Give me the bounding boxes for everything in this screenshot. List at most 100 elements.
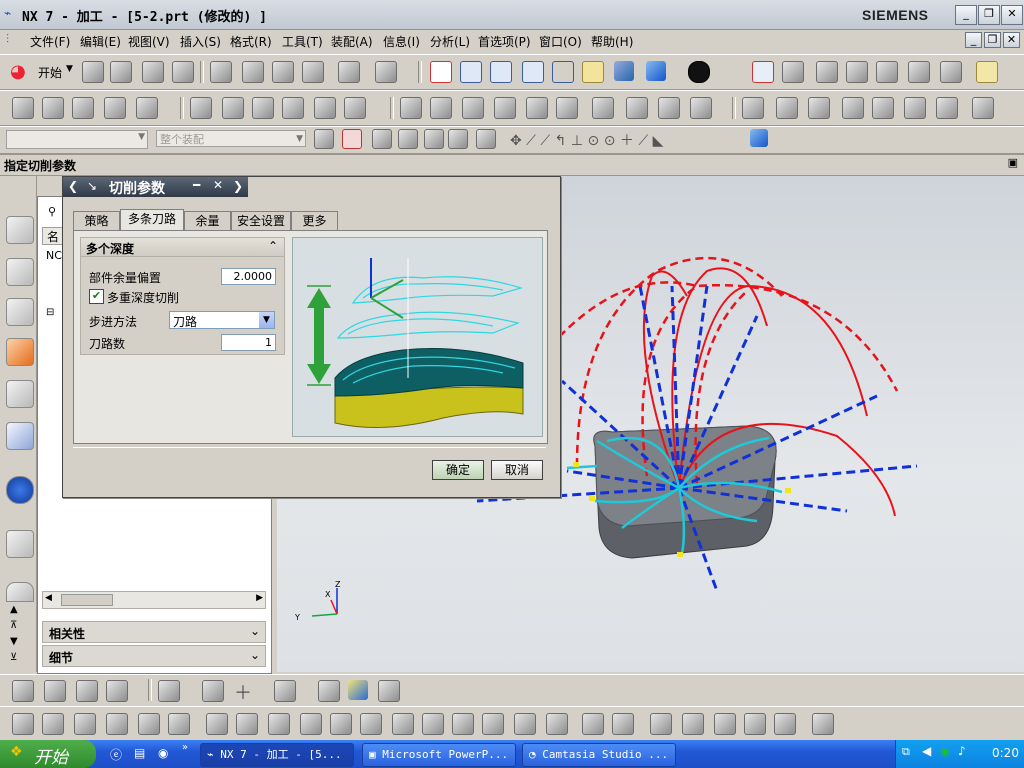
multi-depth-checkbox[interactable]: ✔ <box>89 289 104 304</box>
menu-help[interactable]: 帮助(H) <box>591 33 633 50</box>
history-icon[interactable] <box>6 380 34 408</box>
pan-icon[interactable] <box>582 61 604 83</box>
tool-icon[interactable] <box>42 97 64 119</box>
hole-icon[interactable] <box>74 713 96 735</box>
chain-icon[interactable] <box>714 713 736 735</box>
scope-filter-dropdown[interactable]: 整个装配 ▼ <box>156 130 306 147</box>
part-navigator-icon[interactable] <box>6 298 34 326</box>
rotate-icon[interactable] <box>552 61 574 83</box>
save-icon[interactable] <box>142 61 164 83</box>
undo-icon[interactable] <box>338 61 360 83</box>
tab-multiple-passes[interactable]: 多条刀路 <box>120 209 184 231</box>
cue-expand-icon[interactable]: ▣ <box>1008 156 1018 169</box>
group-collapse-icon[interactable]: ⌃ <box>268 239 278 253</box>
scrollbar-thumb[interactable] <box>61 594 113 606</box>
menu-analysis[interactable]: 分析(L) <box>430 33 470 50</box>
feature-filter-icon[interactable] <box>424 129 444 149</box>
thicken-icon[interactable] <box>682 713 704 735</box>
dialog-collapse-icon[interactable]: ━ <box>193 178 200 192</box>
boss-icon[interactable] <box>106 713 128 735</box>
start-dropdown-icon[interactable]: ▼ <box>66 64 73 74</box>
pocket-icon[interactable] <box>138 713 160 735</box>
measure-icon[interactable] <box>976 61 998 83</box>
ie-quicklaunch-icon[interactable]: ⓔ <box>110 746 122 763</box>
new-icon[interactable] <box>82 61 104 83</box>
datum-icon[interactable] <box>318 680 340 702</box>
create-tool-icon[interactable] <box>44 680 66 702</box>
paste-icon[interactable] <box>272 61 294 83</box>
part-icon[interactable] <box>972 97 994 119</box>
paste-object-icon[interactable] <box>282 97 304 119</box>
start-button[interactable]: 开始 <box>38 64 62 81</box>
subtract-icon[interactable] <box>236 713 258 735</box>
orient-view-icon[interactable] <box>646 61 666 81</box>
geometry-view-icon[interactable] <box>782 61 804 83</box>
tray-volume-icon[interactable]: ♪ <box>958 744 966 758</box>
transform-icon[interactable] <box>742 97 764 119</box>
related-expand-icon[interactable]: ⌄ <box>250 624 260 638</box>
cut-object-icon[interactable] <box>222 97 244 119</box>
details-expand-icon[interactable]: ⌄ <box>250 648 260 662</box>
geometry-icon[interactable] <box>72 97 94 119</box>
task-camtasia[interactable]: ◔ Camtasia Studio ... <box>522 743 676 767</box>
post-icon[interactable] <box>940 61 962 83</box>
list-path-icon[interactable] <box>462 97 484 119</box>
select-all-icon[interactable] <box>372 129 392 149</box>
scroll-right-icon[interactable]: ▶ <box>256 593 263 603</box>
zoom-window-icon[interactable] <box>460 61 482 83</box>
tray-expand-icon[interactable]: ⧉ <box>902 745 910 759</box>
scale-icon[interactable] <box>514 713 536 735</box>
selection-priority-icon[interactable] <box>342 129 362 149</box>
filter-settings-icon[interactable] <box>314 129 334 149</box>
operation-icon[interactable] <box>136 97 158 119</box>
output-cls-icon[interactable] <box>658 97 680 119</box>
dialog-close-icon[interactable]: ✕ <box>213 178 223 192</box>
select-icon[interactable] <box>908 61 930 83</box>
menu-info[interactable]: 信息(I) <box>383 33 420 50</box>
gouge-icon[interactable] <box>556 97 578 119</box>
draft-icon[interactable] <box>452 713 474 735</box>
tab-stock[interactable]: 余量 <box>184 211 231 230</box>
machine-view-icon[interactable] <box>816 61 838 83</box>
chamfer-icon[interactable] <box>392 713 414 735</box>
sync-icon[interactable] <box>812 713 834 735</box>
background-icon[interactable] <box>688 61 710 83</box>
cancel-button[interactable]: 取消 <box>491 460 543 480</box>
revolve-icon[interactable] <box>42 713 64 735</box>
group-header[interactable]: 多个深度 ⌃ <box>81 238 284 257</box>
point-icon[interactable] <box>842 97 864 119</box>
offset-input[interactable]: 2.0000 <box>221 268 276 285</box>
program-icon[interactable] <box>12 97 34 119</box>
expand-icon[interactable]: ⊟ <box>46 307 54 318</box>
simulate-icon[interactable] <box>526 97 548 119</box>
print-icon[interactable] <box>172 61 194 83</box>
fit-icon[interactable] <box>430 61 452 83</box>
roles-icon[interactable] <box>6 582 34 602</box>
create-geometry-icon[interactable] <box>76 680 98 702</box>
menu-assembly[interactable]: 装配(A) <box>331 33 373 50</box>
media-quicklaunch-icon[interactable]: ◉ <box>158 746 168 760</box>
unite-icon[interactable] <box>206 713 228 735</box>
inspect-icon[interactable] <box>872 97 894 119</box>
copy-icon[interactable] <box>242 61 264 83</box>
layer-icon[interactable] <box>936 97 958 119</box>
snap-points-icon[interactable]: ✥ ⟋ ⟋ ↰ ⊥ ⊙ ⊙ ＋ ⟋ ◣ <box>510 130 663 150</box>
tray-back-icon[interactable]: ◀ <box>922 744 931 758</box>
scroll-up-icon[interactable]: ▲ <box>10 604 18 615</box>
maximize-button[interactable]: ❐ <box>978 5 1000 25</box>
close-button[interactable]: ✕ <box>1001 5 1023 25</box>
feedrate-icon[interactable] <box>690 97 712 119</box>
postprocess-icon[interactable] <box>592 97 614 119</box>
nav-row-root[interactable]: NC <box>46 249 62 262</box>
curve-icon[interactable] <box>274 680 296 702</box>
generate-icon[interactable] <box>846 61 868 83</box>
desktop-quicklaunch-icon[interactable]: ▤ <box>134 746 145 760</box>
dialog-back-icon[interactable]: ❮ <box>68 179 78 193</box>
shaded-icon[interactable] <box>614 61 634 81</box>
dialog-title-bar[interactable]: ❮ ↘ 切削参数 ━ ✕ ❯ <box>63 177 248 197</box>
menu-tools[interactable]: 工具(T) <box>282 33 323 50</box>
create-program-icon[interactable] <box>12 680 34 702</box>
delete-icon[interactable] <box>302 61 324 83</box>
create-method-icon[interactable] <box>106 680 128 702</box>
related-panel-header[interactable]: 相关性 ⌄ <box>42 621 266 643</box>
